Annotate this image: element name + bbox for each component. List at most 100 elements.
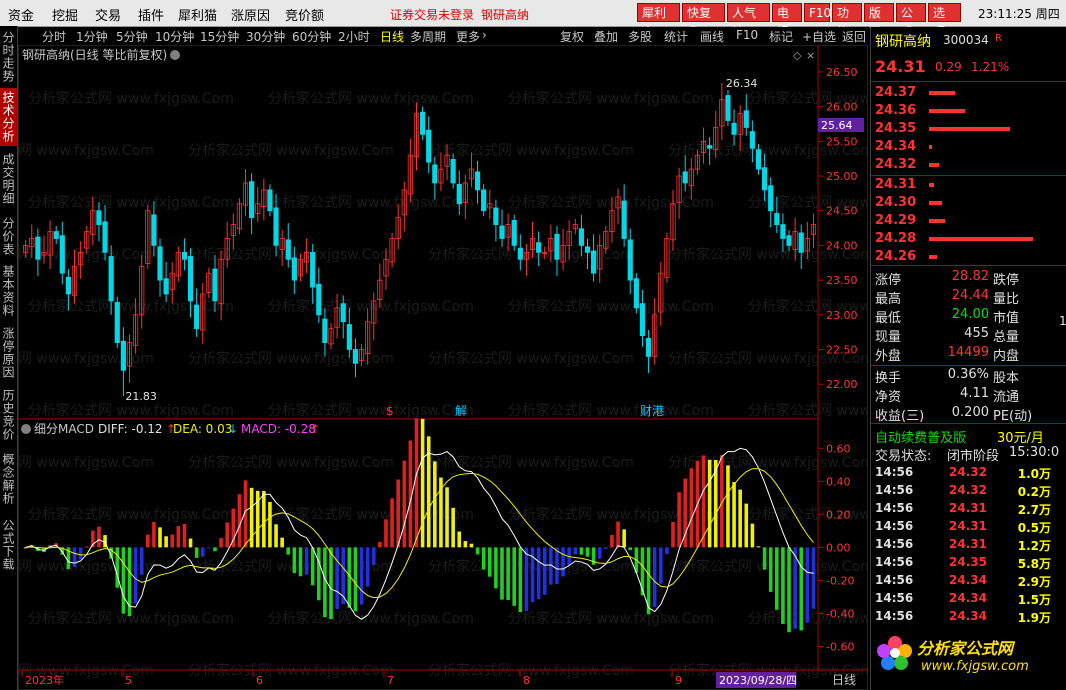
bid-volume-bar — [929, 255, 937, 259]
macd-bar — [292, 547, 297, 574]
macd-bar — [133, 547, 138, 604]
candle-body — [249, 181, 255, 219]
candle-body — [493, 207, 499, 225]
menu-item-trade[interactable]: 交易 — [95, 5, 121, 24]
promo-price[interactable]: 30元/月 — [997, 427, 1044, 446]
date-tick-label: 5 — [125, 674, 132, 687]
chevron-down-icon[interactable] — [170, 50, 180, 60]
f10-toolbar-button[interactable]: F10 — [736, 28, 758, 42]
period-multi[interactable]: 多周期 — [410, 28, 446, 45]
macd-bar — [500, 547, 504, 600]
tab-price-table[interactable]: 分价表 — [0, 212, 17, 260]
tab-history-auction[interactable]: 历史竞价 — [0, 386, 17, 444]
options-button[interactable]: 选项 — [928, 3, 961, 39]
tab-concept[interactable]: 概念解析 — [0, 450, 17, 508]
popularity-button[interactable]: 人气榜 — [727, 3, 770, 39]
candle-body — [426, 129, 432, 163]
macd-bar — [604, 547, 608, 549]
macd-bar — [268, 501, 272, 548]
kline-chart[interactable]: 分析家公式网 www.fxjgsw.Com 分析家公式网 www.fxjgsw.C… — [18, 45, 868, 690]
tab-limit-reason[interactable]: 涨停原因 — [0, 324, 17, 382]
overlay-button[interactable]: 叠加 — [594, 28, 618, 45]
watermark-text: 分析家公式网 www.fxjgsw.Com — [18, 142, 154, 159]
period-2hour[interactable]: 2小时 — [338, 28, 370, 45]
function-button[interactable]: 功能 — [832, 3, 862, 39]
date-tick-label: 7 — [387, 674, 394, 687]
candle-body — [517, 247, 523, 260]
candle-body — [420, 111, 426, 135]
menu-item-auction[interactable]: 竞价额 — [285, 5, 324, 24]
menu-item-limit-reason[interactable]: 涨原因 — [231, 5, 270, 24]
watermark-text: 分析家公式网 www.fxjgsw.Com — [18, 454, 154, 471]
bid-price: 24.31 — [875, 177, 917, 192]
xilibao-button[interactable]: 犀利宝 — [637, 3, 680, 39]
watermark-text: 分析家公式网 www.fxjgsw.Com — [268, 298, 474, 315]
formula-button[interactable]: 公式 — [896, 3, 926, 39]
macd-bar — [152, 521, 156, 548]
period-daily[interactable]: 日线 — [380, 28, 404, 45]
f10-button[interactable]: F10 — [804, 3, 831, 22]
menu-item-mining[interactable]: 挖掘 — [52, 5, 78, 24]
macd-bar — [158, 527, 162, 548]
watermark-text: 分析家公式网 www.fxjgsw.Com — [28, 402, 234, 419]
login-notice[interactable]: 证券交易未登录 — [390, 6, 474, 23]
candle-body — [114, 301, 120, 343]
mark-button[interactable]: 标记 — [769, 28, 793, 45]
price-pct: 1.21% — [971, 60, 1010, 74]
period-5min[interactable]: 5分钟 — [116, 28, 148, 45]
macd-tick-label: -0.40 — [826, 607, 854, 620]
macd-menu-icon[interactable] — [21, 424, 31, 434]
period-10min[interactable]: 10分钟 — [155, 28, 194, 45]
tab-basic-info[interactable]: 基本资料 — [0, 262, 17, 320]
draw-line-button[interactable]: 画线 — [700, 28, 724, 45]
macd-bar — [310, 547, 315, 586]
event-unlock[interactable]: 解 — [455, 404, 467, 418]
period-more[interactable]: 更多 — [456, 28, 480, 45]
candle-body — [639, 303, 646, 337]
period-intraday[interactable]: 分时 — [42, 28, 66, 45]
back-button[interactable]: 返回 — [842, 28, 866, 45]
close-icon[interactable]: × — [806, 49, 815, 62]
menu-item-funds[interactable]: 资金 — [8, 5, 34, 24]
period-1min[interactable]: 1分钟 — [76, 28, 108, 45]
bid-volume-bar — [929, 219, 945, 223]
review-button[interactable]: 快复盘 — [682, 3, 725, 39]
macd-bar — [72, 547, 77, 567]
period-15min[interactable]: 15分钟 — [200, 28, 239, 45]
watermark-text: 分析家公式网 www.fxjgsw.Com — [188, 350, 394, 367]
layout-button[interactable]: 版面 — [864, 3, 894, 39]
diamond-icon[interactable]: ◇ — [793, 49, 802, 62]
candle-body — [725, 95, 731, 121]
quote-panel: 钢研高纳 300034 R 24.31 0.29 1.21% 24.37 24.3… — [870, 27, 1066, 690]
macd-tick-label: 0.40 — [826, 475, 851, 488]
macd-bar — [665, 547, 669, 555]
tab-intraday[interactable]: 分时走势 — [0, 28, 17, 86]
macd-tick-label: 0.00 — [826, 541, 851, 554]
macd-bar — [194, 547, 199, 558]
event-report[interactable]: 财港 — [640, 404, 664, 418]
add-watchlist-button[interactable]: +自选 — [802, 28, 836, 45]
statistics-button[interactable]: 统计 — [664, 28, 688, 45]
telegraph-button[interactable]: 电报 — [772, 3, 802, 39]
menu-item-xilimao[interactable]: 犀利猫 — [178, 5, 217, 24]
chevron-right-icon[interactable]: › — [482, 28, 487, 42]
tab-trades[interactable]: 成交明细 — [0, 150, 17, 208]
tab-technical[interactable]: 技术分析 — [0, 88, 17, 146]
macd-bar — [280, 537, 284, 548]
arrow-down-icon: ↓ — [228, 422, 238, 436]
period-30min[interactable]: 30分钟 — [246, 28, 285, 45]
price-tick-label: 22.00 — [826, 378, 858, 391]
macd-bar — [378, 541, 382, 548]
promo-text[interactable]: 自动续费普及版 — [875, 427, 966, 446]
period-60min[interactable]: 60分钟 — [292, 28, 331, 45]
ask-volume-bar — [929, 163, 939, 167]
tab-formula-download[interactable]: 公式下载 — [0, 516, 17, 574]
ask-price: 24.37 — [875, 85, 917, 100]
macd-bar — [170, 534, 175, 548]
restore-right-button[interactable]: 复权 — [560, 28, 584, 45]
menu-item-plugins[interactable]: 插件 — [138, 5, 164, 24]
multi-stock-button[interactable]: 多股 — [628, 28, 652, 45]
event-dividend[interactable]: $ — [386, 404, 394, 418]
macd-bar — [225, 522, 229, 548]
macd-bar — [359, 547, 364, 605]
